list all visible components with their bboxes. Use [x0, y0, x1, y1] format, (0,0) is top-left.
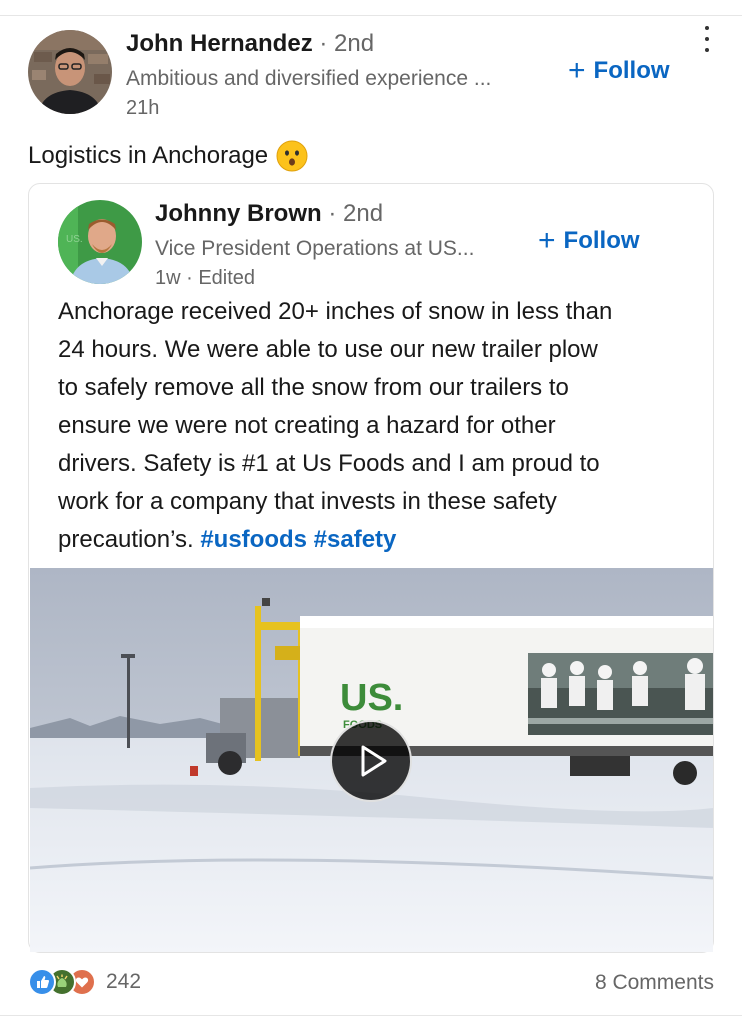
- author-headline: Ambitious and diversified experience ...: [126, 67, 492, 90]
- play-video-icon[interactable]: [330, 720, 412, 802]
- plus-icon: +: [538, 224, 556, 257]
- author-photo: [28, 30, 112, 114]
- post-commentary: Logistics in Anchorage: [28, 140, 308, 172]
- body-text: precaution’s.: [58, 526, 194, 553]
- commentary-text: Logistics in Anchorage: [28, 142, 269, 169]
- plus-icon: +: [568, 54, 586, 87]
- comments-count-link[interactable]: 8 Comments: [595, 971, 714, 995]
- follow-button[interactable]: + Follow: [568, 56, 670, 86]
- post-time: 21h: [126, 97, 160, 119]
- author-name-line: John Hernandez · 2nd: [126, 30, 374, 58]
- more-options-icon[interactable]: [700, 26, 714, 52]
- shared-post-body: Anchorage received 20+ inches of snow in…: [58, 293, 698, 559]
- shared-author-photo: US.: [58, 200, 142, 284]
- reactions-summary[interactable]: 242: [28, 968, 141, 996]
- body-line-last: precaution’s. #usfoods #safety: [58, 521, 698, 559]
- shared-author-name[interactable]: Johnny Brown: [155, 200, 322, 227]
- shared-follow-label: Follow: [563, 227, 640, 254]
- connection-degree: · 2nd: [319, 30, 375, 57]
- top-divider: [0, 15, 742, 16]
- shared-author-avatar[interactable]: US.: [58, 200, 142, 284]
- author-name[interactable]: John Hernandez: [126, 30, 313, 57]
- reaction-count: 242: [106, 970, 142, 993]
- body-line: ensure we were not creating a hazard for…: [58, 412, 556, 439]
- shared-author-headline: Vice President Operations at US...: [155, 237, 475, 260]
- svg-text:US.: US.: [66, 234, 83, 245]
- shared-follow-button[interactable]: + Follow: [538, 226, 640, 256]
- shared-post-time: 1w · Edited: [155, 267, 256, 289]
- body-line: drivers. Safety is #1 at Us Foods and I …: [58, 450, 600, 477]
- bottom-divider: [0, 1015, 742, 1016]
- author-avatar[interactable]: [28, 30, 112, 114]
- like-icon: [28, 968, 56, 996]
- follow-label: Follow: [593, 57, 670, 84]
- body-line: 24 hours. We were able to use our new tr…: [58, 336, 598, 363]
- body-line: Anchorage received 20+ inches of snow in…: [58, 298, 613, 325]
- hushed-face-emoji-icon: [276, 140, 308, 172]
- body-line: to safely remove all the snow from our t…: [58, 374, 569, 401]
- shared-author-name-line: Johnny Brown · 2nd: [155, 200, 383, 228]
- body-line: work for a company that invests in these…: [58, 488, 557, 515]
- trailer-logo: US.: [340, 677, 403, 719]
- hashtag-links[interactable]: #usfoods #safety: [200, 526, 396, 553]
- shared-connection-degree: · 2nd: [328, 200, 384, 227]
